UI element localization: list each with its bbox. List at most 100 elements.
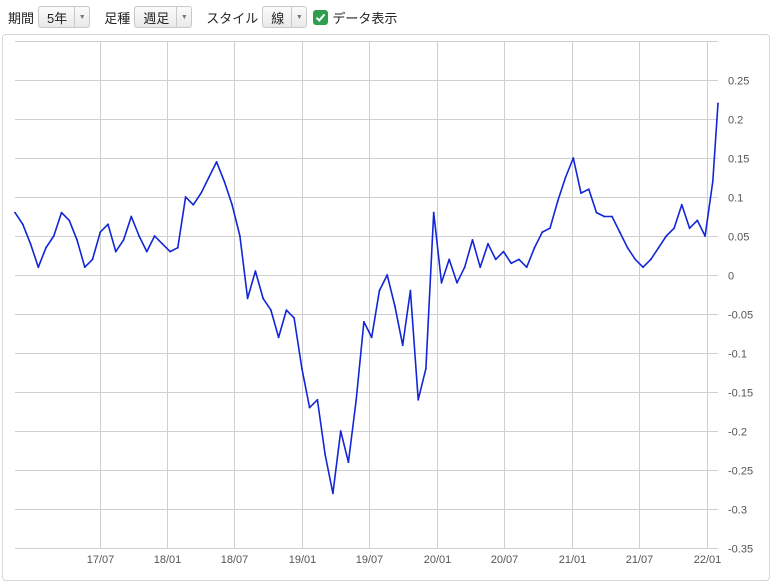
y-tick-label: 0.25 bbox=[728, 76, 749, 88]
data-point bbox=[657, 246, 660, 249]
data-point bbox=[541, 231, 544, 234]
data-point bbox=[386, 274, 389, 276]
data-point bbox=[231, 203, 234, 206]
y-tick-label: 0.05 bbox=[728, 232, 749, 244]
data-point bbox=[394, 305, 396, 308]
data-point bbox=[696, 219, 699, 222]
y-tick-label: -0.05 bbox=[728, 310, 753, 322]
data-point bbox=[324, 453, 326, 456]
data-point bbox=[316, 398, 319, 401]
data-point bbox=[130, 215, 133, 218]
data-point bbox=[711, 180, 714, 183]
y-tick-label: -0.1 bbox=[728, 349, 747, 361]
data-point bbox=[83, 266, 86, 269]
data-point bbox=[270, 309, 272, 311]
data-point bbox=[665, 235, 668, 237]
data-point bbox=[487, 242, 489, 245]
x-tick-label: 20/07 bbox=[491, 554, 519, 566]
data-point bbox=[262, 297, 264, 300]
data-point bbox=[114, 250, 117, 253]
data-point bbox=[153, 235, 156, 237]
y-tick-label: -0.3 bbox=[728, 505, 747, 517]
data-point bbox=[595, 211, 598, 214]
data-point bbox=[370, 336, 373, 339]
data-point bbox=[14, 211, 16, 214]
data-point bbox=[138, 235, 141, 237]
data-point bbox=[580, 192, 582, 195]
data-point bbox=[91, 258, 94, 261]
data-point bbox=[626, 246, 629, 249]
data-point bbox=[107, 223, 109, 226]
data-point bbox=[68, 219, 71, 222]
data-point bbox=[52, 235, 55, 237]
data-point bbox=[611, 215, 613, 218]
y-tick-label: 0 bbox=[728, 271, 734, 283]
data-point bbox=[176, 246, 179, 249]
data-point bbox=[301, 367, 303, 370]
data-point bbox=[564, 176, 567, 179]
data-point bbox=[355, 398, 358, 401]
data-point bbox=[339, 430, 342, 432]
x-tick-label: 19/01 bbox=[289, 554, 317, 566]
data-point bbox=[37, 266, 40, 269]
y-tick-label: -0.15 bbox=[728, 388, 753, 400]
data-point bbox=[642, 266, 644, 269]
data-point bbox=[704, 235, 706, 237]
x-tick-label: 18/01 bbox=[154, 554, 182, 566]
data-point bbox=[45, 246, 47, 249]
data-point bbox=[207, 176, 210, 179]
data-point bbox=[432, 211, 435, 214]
data-point bbox=[223, 180, 226, 183]
y-tick-label: 0.15 bbox=[728, 154, 749, 166]
data-point bbox=[363, 320, 365, 323]
data-point bbox=[192, 203, 195, 206]
data-point bbox=[285, 309, 288, 311]
data-point bbox=[21, 223, 24, 226]
data-point bbox=[440, 281, 443, 284]
data-point bbox=[587, 188, 590, 191]
series-line bbox=[14, 103, 719, 495]
data-point bbox=[549, 227, 551, 230]
data-point bbox=[76, 239, 78, 241]
data-point bbox=[122, 239, 125, 241]
line-chart: 0.25 0.2 0.15 0.1 0.05 0 -0.05 -0.1 -0.15 -0.2 -0.… bbox=[14, 41, 753, 566]
data-point bbox=[277, 336, 280, 339]
data-point bbox=[239, 235, 241, 237]
data-point bbox=[99, 231, 102, 234]
x-tick-label: 21/07 bbox=[626, 554, 654, 566]
data-point bbox=[145, 250, 148, 253]
x-tick-label: 21/01 bbox=[559, 554, 587, 566]
data-point bbox=[308, 406, 311, 409]
y-tick-label: 0.2 bbox=[728, 115, 743, 127]
data-point bbox=[479, 266, 482, 269]
data-point bbox=[254, 270, 257, 272]
x-tick-label: 19/07 bbox=[356, 554, 384, 566]
data-point bbox=[688, 227, 691, 230]
data-point bbox=[60, 211, 63, 214]
data-point bbox=[456, 281, 458, 284]
data-point bbox=[184, 196, 187, 198]
data-point bbox=[425, 367, 427, 370]
data-point bbox=[401, 344, 404, 347]
data-point bbox=[169, 250, 172, 253]
x-tick-label: 20/01 bbox=[424, 554, 452, 566]
data-point bbox=[533, 246, 536, 249]
data-point bbox=[510, 262, 513, 265]
data-point bbox=[572, 157, 575, 159]
data-point bbox=[215, 161, 218, 163]
x-tick-label: 17/07 bbox=[87, 554, 115, 566]
data-point bbox=[293, 317, 295, 319]
data-point bbox=[347, 461, 350, 464]
data-point bbox=[525, 266, 528, 269]
data-point bbox=[649, 258, 652, 261]
data-point bbox=[161, 242, 164, 245]
y-tick-label: -0.25 bbox=[728, 466, 753, 478]
y-tick-label: -0.2 bbox=[728, 427, 747, 439]
data-point bbox=[417, 398, 420, 401]
data-point bbox=[634, 258, 637, 261]
data-point bbox=[200, 192, 203, 195]
data-point bbox=[332, 492, 334, 495]
x-tick-label: 22/01 bbox=[694, 554, 722, 566]
data-point bbox=[603, 215, 606, 218]
data-point bbox=[471, 239, 474, 241]
